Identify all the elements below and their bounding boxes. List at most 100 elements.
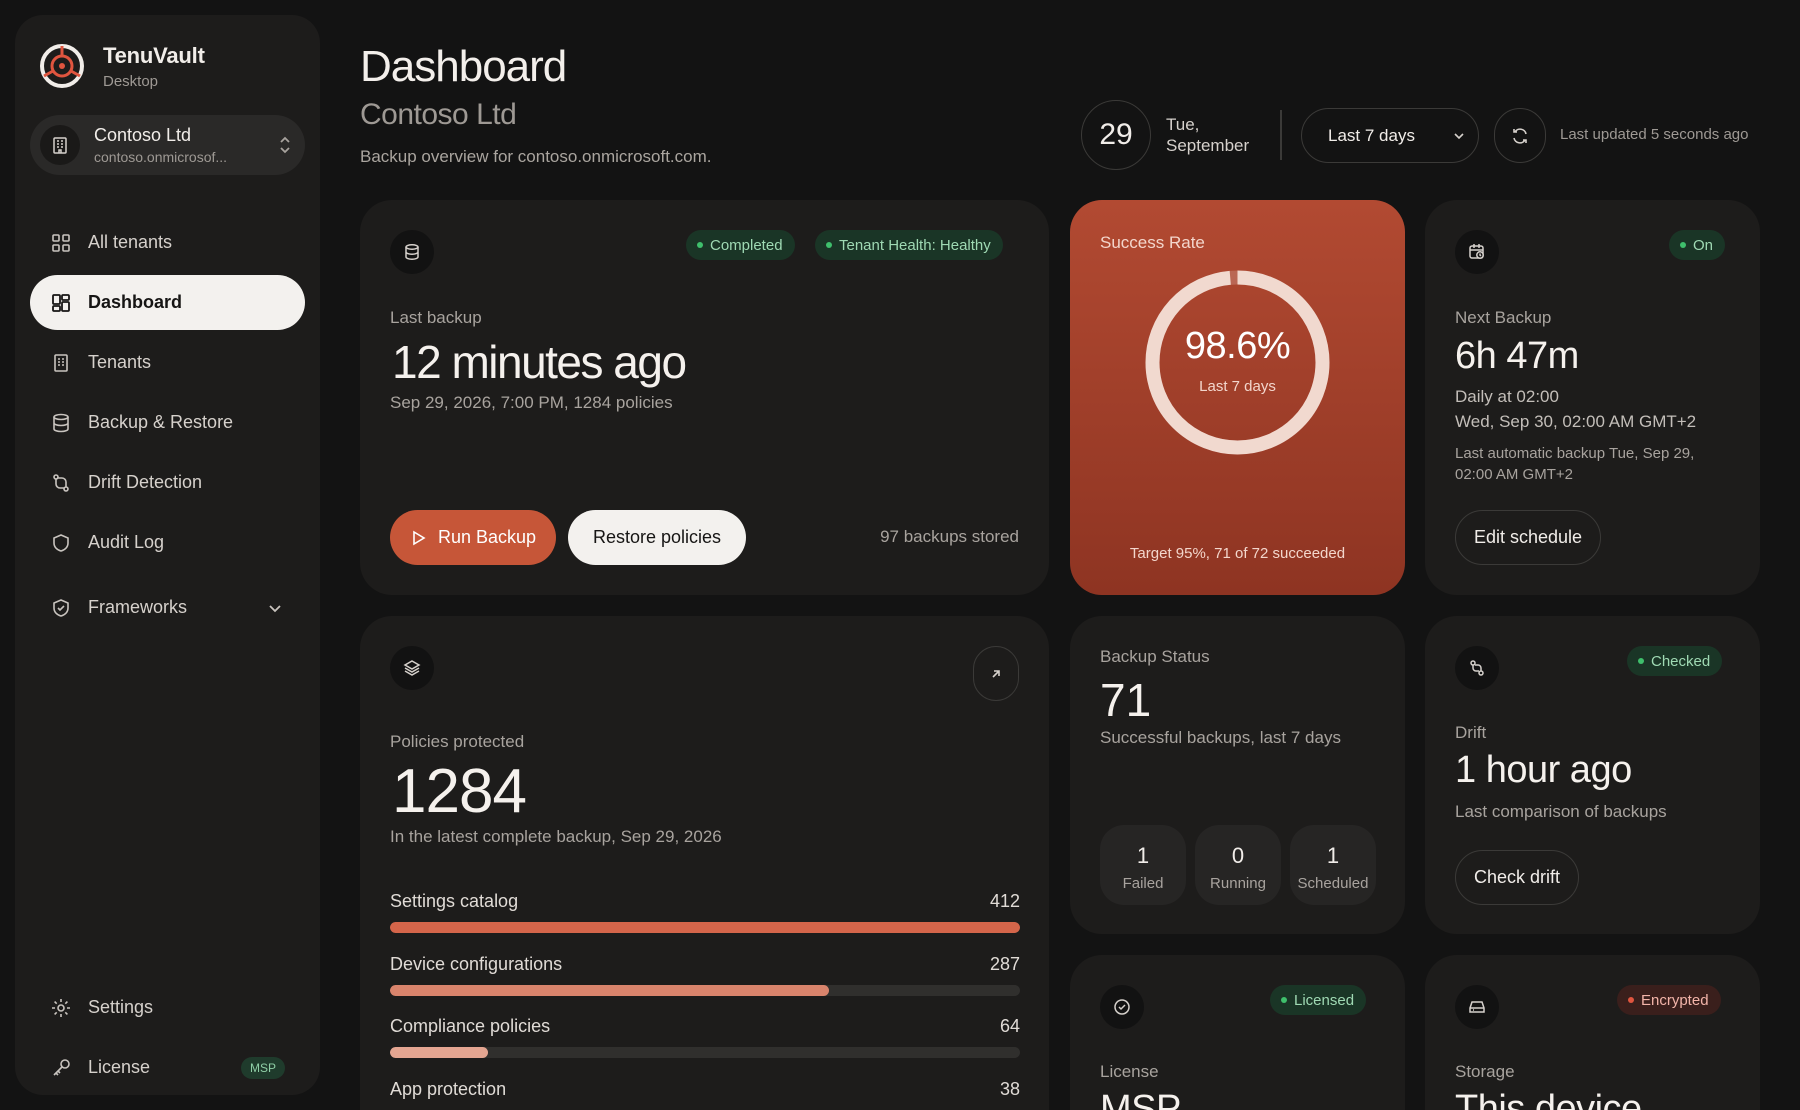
bar-count: 287 (989, 954, 1020, 974)
nav-label: Frameworks (88, 597, 188, 617)
schedule-text: Daily at 02:00 (1455, 387, 1559, 406)
policies-label: Policies protected (390, 732, 525, 751)
refresh-icon (1513, 127, 1527, 144)
run-backup-label: Run Backup (438, 527, 537, 547)
chevron-down-icon (1454, 132, 1464, 139)
nav-label: All tenants (88, 232, 173, 252)
license-card: Licensed License MSP (1070, 955, 1405, 1110)
hard-drive-icon (1455, 985, 1499, 1029)
nav-audit-log[interactable]: Audit Log (30, 515, 305, 570)
nav-license[interactable]: License MSP (30, 1040, 305, 1095)
nav-frameworks[interactable]: Frameworks (30, 580, 305, 635)
success-rate-label: Success Rate (1100, 233, 1205, 252)
policies-card: Policies protected 1284 In the latest co… (360, 616, 1049, 1110)
date-text: Tue, September (1166, 114, 1249, 156)
storage-label: Storage (1455, 1062, 1515, 1081)
bar-fill (390, 1047, 488, 1058)
next-run-text: Wed, Sep 30, 02:00 AM GMT+2 (1455, 412, 1697, 431)
storage-value: This device (1455, 1088, 1642, 1110)
license-label: License (1100, 1062, 1159, 1081)
git-compare-icon (53, 473, 69, 492)
last-backup-card: Completed Tenant Health: Healthy Last ba… (360, 200, 1049, 595)
check-drift-button[interactable]: Check drift (1455, 850, 1580, 905)
tenant-domain: contoso.onmicrosof... (94, 149, 228, 165)
refresh-button[interactable] (1494, 108, 1546, 163)
nav-tenants[interactable]: Tenants (30, 335, 305, 390)
storage-card: Encrypted Storage This device (1425, 955, 1760, 1110)
sidebar: TenuVault Desktop Contoso Ltd contoso.on… (15, 15, 320, 1095)
nav-dashboard[interactable]: Dashboard (30, 275, 305, 330)
date-weekday: Tue, (1166, 115, 1200, 134)
success-rate-card: Success Rate 98.6% Last 7 days Target 95… (1070, 200, 1405, 595)
database-icon (53, 413, 69, 432)
building-icon (40, 125, 80, 165)
grid-icon (52, 233, 70, 252)
shield-check-icon (53, 598, 69, 617)
bar-track (390, 1047, 1020, 1058)
nav-label: Settings (88, 997, 154, 1017)
last-auto-line1: Last automatic backup Tue, Sep 29, (1455, 445, 1695, 462)
nav-label: Audit Log (88, 532, 165, 552)
date-day: 29 (1081, 100, 1151, 170)
bar-row: Device configurations 287 (390, 954, 1020, 996)
nav-label: Backup & Restore (88, 412, 234, 432)
running-stat: 0 Running (1195, 825, 1281, 905)
nav-label: Dashboard (88, 292, 183, 312)
bar-row: Compliance policies 64 (390, 1016, 1020, 1058)
run-backup-button[interactable]: Run Backup (390, 510, 557, 565)
nav-drift-detection[interactable]: Drift Detection (30, 455, 305, 510)
gear-icon (52, 998, 70, 1017)
tenant-name: Contoso Ltd (94, 125, 192, 145)
restore-policies-button[interactable]: Restore policies (568, 510, 747, 565)
play-icon (413, 530, 426, 545)
failed-stat: 1 Failed (1100, 825, 1186, 905)
bar-count: 38 (999, 1079, 1020, 1099)
divider (1280, 110, 1282, 160)
next-backup-value: 6h 47m (1455, 335, 1579, 377)
running-count: 0 (1231, 843, 1245, 868)
nav-label: Drift Detection (88, 472, 203, 492)
bar-track (390, 922, 1020, 933)
status-badge: Completed (686, 230, 795, 260)
range-select[interactable]: Last 7 days (1301, 108, 1479, 163)
bar-name: Settings catalog (390, 891, 519, 911)
policies-value: 1284 (392, 757, 527, 826)
success-rate-value: 98.6% (1184, 325, 1291, 367)
failed-count: 1 (1136, 843, 1150, 868)
license-value: MSP (1100, 1088, 1181, 1110)
bar-fill (390, 922, 1020, 933)
last-backup-label: Last backup (390, 308, 482, 327)
tenuvault-logo-icon (40, 44, 84, 88)
database-icon (390, 230, 434, 274)
last-updated: Last updated 5 seconds ago (1560, 126, 1749, 143)
nav-label: License (88, 1057, 151, 1077)
failed-label: Failed (1122, 875, 1164, 892)
drift-status-badge: Checked (1627, 646, 1723, 676)
page-subtitle: Contoso Ltd (360, 98, 517, 131)
bar-name: Device configurations (390, 954, 563, 974)
app-subtitle: Desktop (103, 72, 159, 90)
next-backup-label: Next Backup (1455, 308, 1552, 327)
chevron-updown-icon (280, 136, 290, 154)
bar-track (390, 985, 1020, 996)
arrow-up-right-icon (992, 669, 1000, 678)
last-backup-value: 12 minutes ago (392, 336, 687, 388)
edit-schedule-button[interactable]: Edit schedule (1455, 510, 1602, 565)
page-description: Backup overview for contoso.onmicrosoft.… (360, 147, 712, 166)
policies-detail: In the latest complete backup, Sep 29, 2… (390, 827, 722, 846)
nav-settings[interactable]: Settings (30, 980, 305, 1035)
open-policies-button[interactable] (973, 646, 1019, 701)
git-compare-icon (1455, 646, 1499, 690)
date-month: September (1166, 136, 1250, 155)
scheduled-count: 1 (1326, 843, 1340, 868)
bar-name: App protection (390, 1079, 507, 1099)
last-backup-detail: Sep 29, 2026, 7:00 PM, 1284 policies (390, 393, 673, 412)
drift-value: 1 hour ago (1455, 749, 1632, 791)
tenant-switcher[interactable]: Contoso Ltd contoso.onmicrosof... (30, 115, 305, 175)
backup-status-value: 71 (1100, 674, 1152, 726)
nav-all-tenants[interactable]: All tenants (30, 215, 305, 270)
success-rate-period: Last 7 days (1199, 378, 1276, 395)
storage-status-badge: Encrypted (1617, 985, 1721, 1015)
dashboard-icon (52, 293, 70, 312)
nav-backup-restore[interactable]: Backup & Restore (30, 395, 305, 450)
